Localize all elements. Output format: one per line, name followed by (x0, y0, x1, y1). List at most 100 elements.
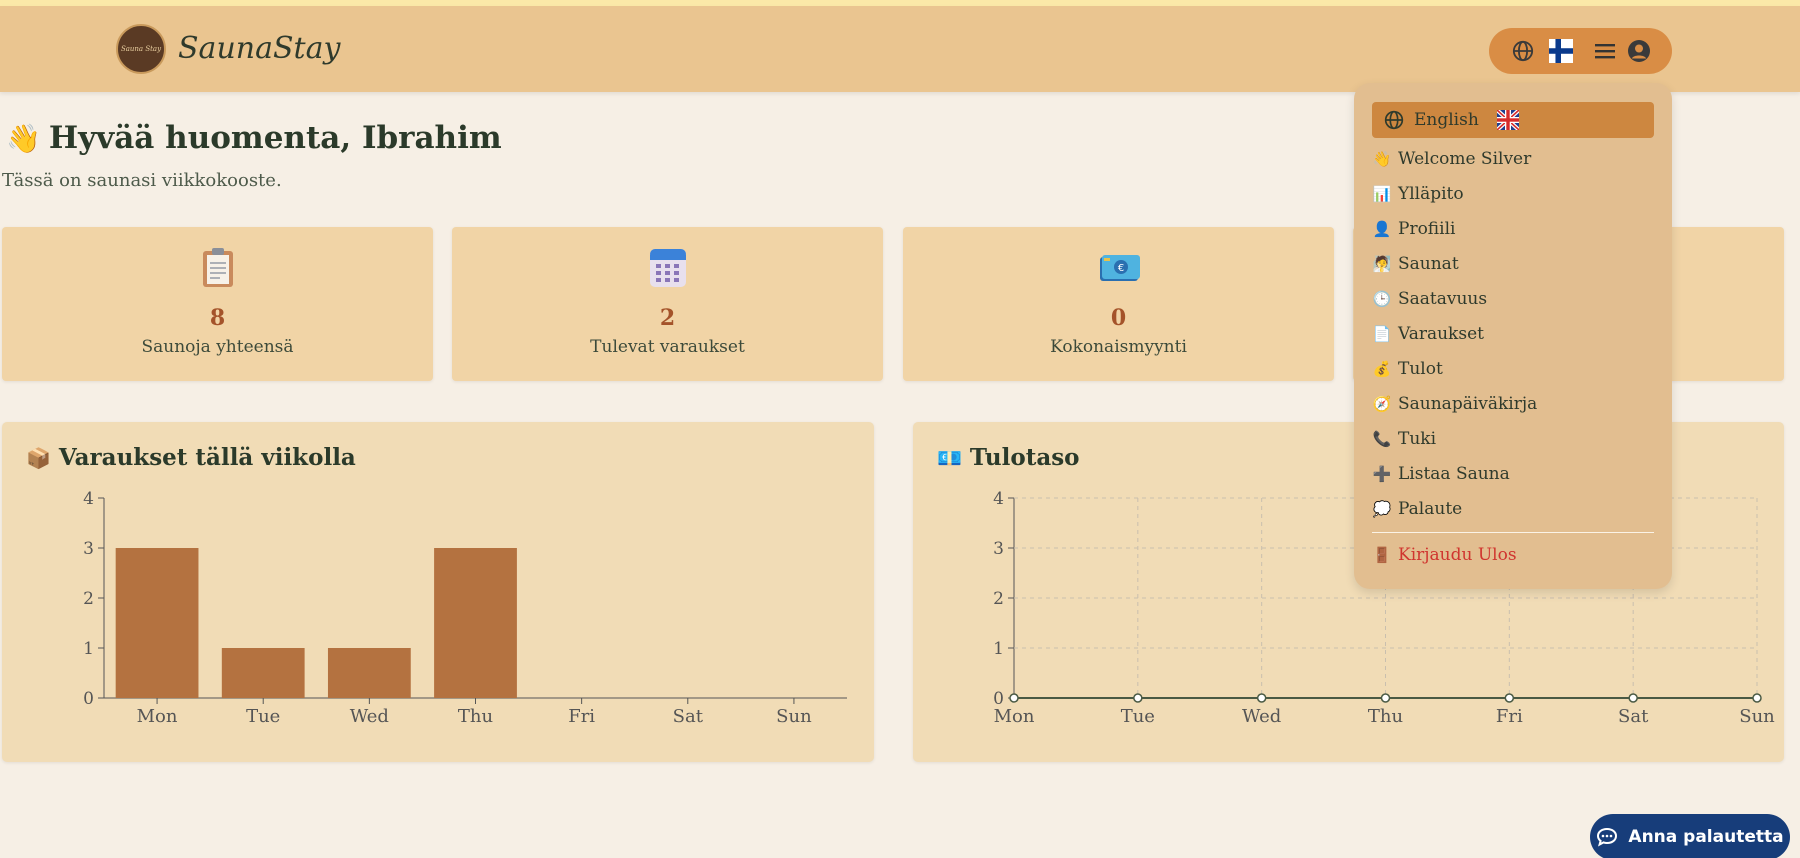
bar (221, 648, 305, 698)
stat-card-saunas: 8 Saunoja yhteensä (2, 227, 433, 381)
menu-item-icon: 🧖 (1372, 255, 1392, 273)
menu-item-label: Palaute (1398, 499, 1463, 519)
data-point (1752, 693, 1762, 703)
menu-item[interactable]: 💰 Tulot (1372, 353, 1654, 385)
menu-item-label: Ylläpito (1398, 184, 1464, 204)
feedback-button-label: Anna palautetta (1628, 827, 1784, 847)
stat-value: 0 (1110, 305, 1127, 331)
menu-item[interactable]: 🕒 Saatavuus (1372, 283, 1654, 315)
menu-item[interactable]: 💭 Palaute (1372, 493, 1654, 525)
hamburger-menu-icon[interactable] (1593, 39, 1617, 63)
stat-label: Saunoja yhteensä (141, 337, 294, 357)
clipboard-icon (2, 247, 433, 289)
bookings-chart-card: 📦 Varaukset tällä viikolla 0 1 2 3 4 Mon Tue Wed… (2, 422, 874, 762)
header-actions (1489, 28, 1672, 74)
menu-item-label: Varaukset (1398, 324, 1484, 344)
give-feedback-button[interactable]: Anna palautetta (1590, 814, 1790, 858)
menu-item-icon: 👋 (1372, 150, 1392, 168)
y-tick-label: 1 (83, 639, 94, 659)
menu-item-icon: 🕒 (1372, 290, 1392, 308)
menu-item-label: Saatavuus (1398, 289, 1488, 309)
menu-item[interactable]: 🧭 Saunapäiväkirja (1372, 388, 1654, 420)
stat-card-total-sales: € 0 Kokonaismyynti (903, 227, 1334, 381)
y-tick-label: 0 (83, 689, 94, 709)
menu-item-label: Listaa Sauna (1398, 464, 1510, 484)
x-tick-label: Mon (994, 706, 1035, 727)
menu-item[interactable]: 🧖 Saunat (1372, 248, 1654, 280)
bar (434, 548, 517, 698)
stat-card-upcoming-bookings: 2 Tulevat varaukset (452, 227, 883, 381)
x-tick-label: Thu (458, 706, 493, 727)
menu-item-icon: 📊 (1372, 185, 1392, 203)
greeting-text: Hyvää huomenta, Ibrahim (48, 120, 502, 156)
stat-label: Tulevat varaukset (590, 337, 745, 357)
language-switch-english[interactable]: English (1372, 102, 1654, 138)
page-title: 👋 Hyvää huomenta, Ibrahim (6, 120, 502, 156)
x-tick-label: Sat (673, 706, 704, 727)
menu-item[interactable]: 📞 Tuki (1372, 423, 1654, 455)
menu-item[interactable]: 👋 Welcome Silver (1372, 143, 1654, 175)
x-tick-label: Thu (1368, 706, 1403, 727)
language-label: English (1414, 110, 1479, 130)
bookings-bar-chart: 0 1 2 3 4 Mon Tue Wed Thu Fri Sat Sun (83, 489, 847, 727)
page-subtitle: Tässä on saunasi viikkokooste. (2, 170, 282, 191)
y-tick-label: 3 (993, 539, 1004, 559)
bar (115, 548, 199, 698)
menu-item-icon: 👤 (1372, 220, 1392, 238)
menu-item-icon: 🧭 (1372, 395, 1392, 413)
menu-item-icon: 📄 (1372, 325, 1392, 343)
menu-item-label: Profiili (1398, 219, 1456, 239)
menu-item[interactable]: 👤 Profiili (1372, 213, 1654, 245)
menu-item-icon: ➕ (1372, 465, 1392, 483)
stat-value: 2 (659, 305, 676, 331)
data-point (1628, 693, 1638, 703)
x-tick-label: Tue (1121, 706, 1155, 727)
menu-item-label: Saunapäiväkirja (1398, 394, 1538, 414)
menu-item-icon: 📞 (1372, 430, 1392, 448)
globe-icon[interactable] (1511, 39, 1535, 63)
finland-flag-icon[interactable] (1549, 39, 1573, 63)
x-tick-label: Sun (776, 706, 812, 727)
menu-item[interactable]: ➕ Listaa Sauna (1372, 458, 1654, 490)
svg-text:€: € (1117, 263, 1123, 274)
data-point (1009, 693, 1019, 703)
user-circle-icon[interactable] (1627, 39, 1651, 63)
globe-icon (1384, 110, 1404, 130)
menu-item-label: Welcome Silver (1398, 149, 1532, 169)
door-icon: 🚪 (1372, 546, 1392, 564)
bar (327, 648, 411, 698)
menu-item-icon: 💭 (1372, 500, 1392, 518)
data-point (1133, 693, 1143, 703)
menu-item-logout[interactable]: 🚪 Kirjaudu Ulos (1372, 539, 1654, 571)
y-tick-label: 1 (993, 639, 1004, 659)
x-tick-label: Sat (1618, 706, 1649, 727)
waving-hand-icon: 👋 (6, 122, 41, 155)
user-dropdown-menu: English 👋 Welcome Silver 📊 Ylläpito 👤 Profiil… (1354, 83, 1672, 589)
brand-name[interactable]: SaunaStay (178, 31, 340, 66)
menu-item-label: Saunat (1398, 254, 1459, 274)
y-tick-label: 2 (993, 589, 1004, 609)
x-tick-label: Fri (1496, 706, 1523, 727)
x-tick-label: Sun (1739, 706, 1775, 727)
menu-item-label: Kirjaudu Ulos (1398, 545, 1517, 565)
uk-flag-icon (1496, 110, 1519, 130)
menu-item-label: Tulot (1398, 359, 1443, 379)
chat-bubble-icon (1596, 827, 1618, 847)
menu-item[interactable]: 📄 Varaukset (1372, 318, 1654, 350)
euro-banknote-icon: € (903, 247, 1334, 289)
data-point (1380, 693, 1391, 703)
x-tick-label: Wed (350, 706, 389, 727)
stat-label: Kokonaismyynti (1050, 337, 1187, 357)
y-tick-label: 4 (993, 489, 1004, 509)
x-tick-label: Wed (1242, 706, 1281, 727)
y-tick-label: 3 (83, 539, 94, 559)
data-point (1256, 693, 1267, 703)
logo-lettering: Sauna Stay (120, 45, 162, 53)
menu-item[interactable]: 📊 Ylläpito (1372, 178, 1654, 210)
brand-logo[interactable]: Sauna Stay (116, 24, 166, 74)
menu-item-icon: 💰 (1372, 360, 1392, 378)
y-tick-label: 4 (83, 489, 94, 509)
y-tick-label: 2 (83, 589, 94, 609)
x-tick-label: Tue (246, 706, 280, 727)
stat-value: 8 (209, 305, 226, 331)
